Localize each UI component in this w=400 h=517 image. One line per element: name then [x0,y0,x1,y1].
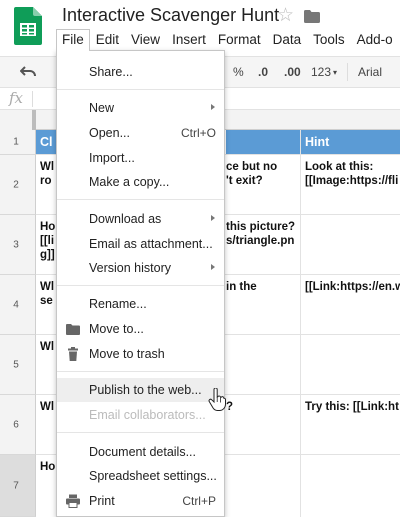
menu-item-share[interactable]: Share... [57,60,224,84]
folder-icon[interactable] [304,10,320,23]
cell-clue-row6[interactable]: Wl [36,397,56,453]
row-header-7[interactable]: 7 [0,455,36,517]
printer-icon [66,494,80,508]
menu-format[interactable]: Format [212,29,267,51]
font-family-dropdown[interactable]: Arial [358,65,382,79]
menu-item-document-details[interactable]: Document details... [57,440,224,464]
menu-insert[interactable]: Insert [166,29,212,51]
menu-item-rename[interactable]: Rename... [57,292,224,316]
menu-divider [57,371,224,372]
cell-clue-row4[interactable]: Wl se [36,277,56,333]
undo-icon[interactable] [20,66,36,78]
menu-divider [57,199,224,200]
cell-answer-row2[interactable]: ce but no 't exit? [222,157,300,213]
row-header-5[interactable]: 5 [0,335,36,395]
menu-addons[interactable]: Add-o [351,29,399,51]
menu-bar: File Edit View Insert Format Data Tools … [56,29,399,51]
menu-data[interactable]: Data [267,29,308,51]
trash-icon [68,347,78,361]
folder-icon [66,324,80,335]
shortcut-label: Ctrl+P [182,494,216,508]
cell-clue-row5[interactable]: Wl [36,337,56,393]
menu-divider [57,89,224,90]
menu-item-move-to-trash[interactable]: Move to trash [57,342,224,366]
row-header-1[interactable]: 1 [0,130,36,155]
menu-divider [57,432,224,433]
cell-answer-row3[interactable]: this picture? s/triangle.pn [222,217,300,273]
submenu-arrow-icon [211,215,215,221]
file-menu-dropdown: Share... New Open... Ctrl+O Import... Ma… [56,50,225,517]
cell-clue-row7[interactable]: Ho [36,457,56,513]
row-header-3[interactable]: 3 [0,215,36,275]
star-icon[interactable]: ☆ [277,4,294,27]
row-header-2[interactable]: 2 [0,155,36,215]
cell-hint-row4[interactable]: [[Link:https://en.w [301,277,400,333]
decrease-decimal-button[interactable]: .0 [258,65,268,79]
fx-icon: fx [9,89,24,107]
submenu-arrow-icon [211,264,215,270]
menu-item-make-copy[interactable]: Make a copy... [57,170,224,194]
menu-item-spreadsheet-settings[interactable]: Spreadsheet settings... [57,464,224,488]
cell-clue-row3[interactable]: Ho [[li g]] [36,217,56,273]
hand-pointer-icon [208,388,226,411]
menu-item-print[interactable]: Print Ctrl+P [57,489,224,513]
menu-item-download-as[interactable]: Download as [57,207,224,231]
menu-item-email-collaborators: Email collaborators... [89,408,206,422]
menu-view[interactable]: View [125,29,166,51]
row-header-6[interactable]: 6 [0,395,36,455]
submenu-arrow-icon [211,104,215,110]
cell-answer-row4[interactable]: in the [222,277,300,333]
menu-file[interactable]: File [56,29,90,51]
row-header-4[interactable]: 4 [0,275,36,335]
toolbar-divider [347,63,348,81]
menu-item-email-attachment[interactable]: Email as attachment... [57,232,224,256]
sheets-logo-icon[interactable] [14,7,42,45]
formula-divider [32,91,33,107]
menu-item-new[interactable]: New [57,96,224,120]
cell-hint-row6[interactable]: Try this: [[Link:ht [301,397,400,453]
cell-hint-row2[interactable]: Look at this: [[Image:https://fli [301,157,400,213]
cell-answer-row6[interactable]: ? [222,397,300,453]
menu-item-open[interactable]: Open... Ctrl+O [57,121,224,145]
increase-decimal-button[interactable]: .00 [284,65,301,79]
format-percent-button[interactable]: % [233,65,244,79]
cell-clue-row2[interactable]: Wl ro [36,157,56,213]
menu-edit[interactable]: Edit [90,29,125,51]
shortcut-label: Ctrl+O [180,126,216,140]
title-bar: Interactive Scavenger Hunt ☆ File Edit V… [0,0,400,56]
menu-divider [57,285,224,286]
select-all-corner[interactable] [0,110,36,130]
number-format-dropdown[interactable]: 123 [311,65,331,79]
menu-item-version-history[interactable]: Version history [57,256,224,280]
menu-item-move-to[interactable]: Move to... [57,317,224,341]
menu-tools[interactable]: Tools [307,29,351,51]
menu-item-publish-to-web[interactable]: Publish to the web... [57,378,224,402]
chevron-down-icon: ▾ [333,68,338,77]
document-title[interactable]: Interactive Scavenger Hunt [62,5,279,26]
menu-item-import[interactable]: Import... [57,146,224,170]
